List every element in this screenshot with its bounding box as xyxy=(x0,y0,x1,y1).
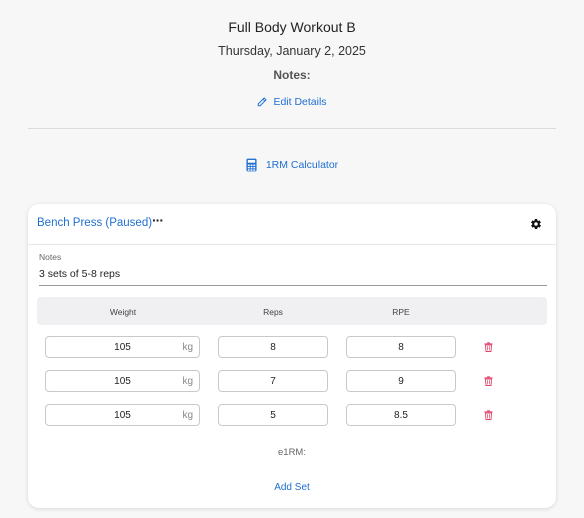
trash-icon[interactable] xyxy=(484,376,493,386)
gear-icon[interactable] xyxy=(530,218,542,230)
calculator-icon xyxy=(246,158,257,172)
add-set-button[interactable]: Add Set xyxy=(28,482,556,493)
sets-table-header: Weight Reps RPE xyxy=(37,297,547,325)
notes-heading: Notes: xyxy=(273,68,311,82)
weight-value: 105 xyxy=(114,375,131,387)
trash-icon[interactable] xyxy=(484,342,493,352)
rpe-input[interactable]: 8 xyxy=(346,336,456,358)
edit-details-label: Edit Details xyxy=(273,96,327,108)
workout-date: Thursday, January 2, 2025 xyxy=(218,44,366,58)
e1rm-label: e1RM: xyxy=(278,447,306,458)
exercise-notes-input[interactable]: 3 sets of 5-8 reps xyxy=(39,268,120,280)
weight-input[interactable]: 105 kg xyxy=(45,336,200,358)
weight-value: 105 xyxy=(114,409,131,421)
weight-unit: kg xyxy=(182,342,193,353)
column-header-weight: Weight xyxy=(109,307,137,317)
reps-input[interactable]: 8 xyxy=(218,336,328,358)
1rm-calculator-link[interactable]: 1RM Calculator xyxy=(0,158,584,172)
notes-underline xyxy=(39,285,547,286)
workout-page: Full Body Workout B Thursday, January 2,… xyxy=(0,0,584,518)
weight-unit: kg xyxy=(182,410,193,421)
rpe-input[interactable]: 8.5 xyxy=(346,404,456,426)
pencil-icon xyxy=(258,97,267,107)
trash-icon[interactable] xyxy=(484,410,493,420)
edit-details-link[interactable]: Edit Details xyxy=(0,96,584,108)
weight-unit: kg xyxy=(182,376,193,387)
set-row: 105 kg 8 8 xyxy=(28,336,556,360)
column-header-reps: Reps xyxy=(263,307,283,317)
exercise-card-header: Bench Press (Paused) ··· xyxy=(28,204,556,245)
weight-input[interactable]: 105 kg xyxy=(45,404,200,426)
more-options-icon[interactable]: ··· xyxy=(152,212,164,228)
set-row: 105 kg 5 8.5 xyxy=(28,404,556,428)
exercise-card: Bench Press (Paused) ··· Notes 3 sets of… xyxy=(28,204,556,508)
1rm-calculator-label: 1RM Calculator xyxy=(265,159,339,171)
column-header-rpe: RPE xyxy=(392,307,410,317)
weight-input[interactable]: 105 kg xyxy=(45,370,200,392)
rpe-input[interactable]: 9 xyxy=(346,370,456,392)
set-row: 105 kg 7 9 xyxy=(28,370,556,394)
divider xyxy=(28,128,556,129)
reps-input[interactable]: 5 xyxy=(218,404,328,426)
workout-title: Full Body Workout B xyxy=(228,19,356,35)
weight-value: 105 xyxy=(114,341,131,353)
exercise-title[interactable]: Bench Press (Paused) xyxy=(37,217,152,229)
reps-input[interactable]: 7 xyxy=(218,370,328,392)
exercise-notes-label: Notes xyxy=(39,252,62,262)
